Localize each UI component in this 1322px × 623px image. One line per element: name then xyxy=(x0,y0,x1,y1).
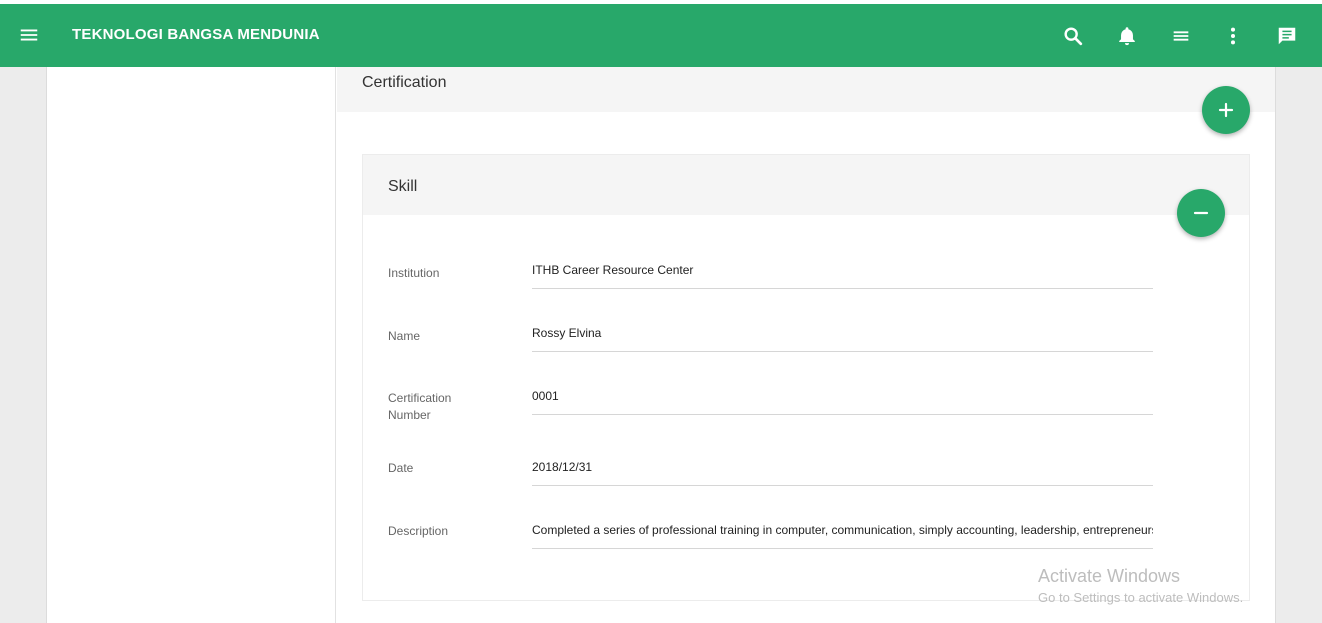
more-vert-icon[interactable] xyxy=(1222,25,1244,47)
field-value: 0001 xyxy=(532,389,559,403)
remove-skill-button[interactable] xyxy=(1177,189,1225,237)
app-title: TEKNOLOGI BANGSA MENDUNIA xyxy=(72,26,320,43)
plus-icon xyxy=(1218,102,1234,118)
chat-icon[interactable] xyxy=(1276,25,1298,47)
field-label: Name xyxy=(388,329,421,343)
field-label: Date xyxy=(388,461,414,475)
certification-header: Certification xyxy=(337,67,1275,112)
skill-header: Skill xyxy=(363,155,1249,215)
field-value: Rossy Elvina xyxy=(532,326,602,340)
field-value: Completed a series of professional train… xyxy=(532,523,1153,537)
list-icon[interactable] xyxy=(1170,25,1192,47)
top-app-bar: TEKNOLOGI BANGSA MENDUNIA xyxy=(0,4,1322,67)
name-field[interactable]: Rossy Elvina xyxy=(532,316,1153,352)
sidebar-panel xyxy=(48,67,336,623)
bell-icon[interactable] xyxy=(1116,25,1138,47)
skill-title: Skill xyxy=(388,178,418,195)
main-content: Certification Skill Institution ITHB Car… xyxy=(337,67,1275,623)
menu-icon[interactable] xyxy=(18,24,40,46)
field-value: ITHB Career Resource Center xyxy=(532,263,694,277)
date-field[interactable]: 2018/12/31 xyxy=(532,450,1153,486)
skill-card: Skill Institution ITHB Career Resource C… xyxy=(362,154,1250,601)
field-label: Description xyxy=(388,524,449,538)
field-value: 2018/12/31 xyxy=(532,460,593,474)
institution-field[interactable]: ITHB Career Resource Center xyxy=(532,253,1153,289)
certification-number-field[interactable]: 0001 xyxy=(532,379,1153,415)
add-certification-button[interactable] xyxy=(1202,86,1250,134)
description-field[interactable]: Completed a series of professional train… xyxy=(532,513,1153,549)
minus-icon xyxy=(1193,211,1209,215)
section-title: Certification xyxy=(362,74,447,91)
left-gutter xyxy=(0,67,47,623)
right-gutter xyxy=(1275,67,1322,623)
field-label: Certification Number xyxy=(388,391,452,422)
field-label: Institution xyxy=(388,266,440,280)
search-icon[interactable] xyxy=(1062,25,1084,47)
